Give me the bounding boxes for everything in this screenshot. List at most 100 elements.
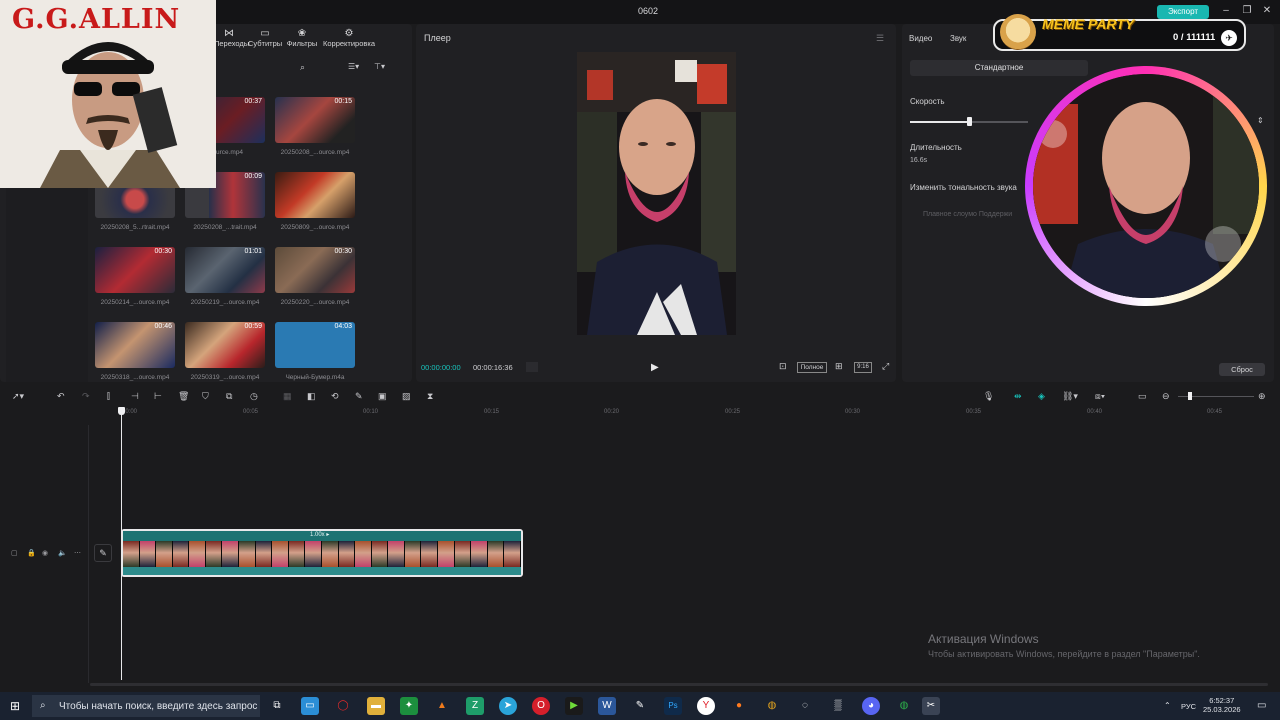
media-clip[interactable]: 00:15 20250208_...ource.mp4 xyxy=(275,97,355,156)
play-button[interactable]: ▶ xyxy=(651,362,659,373)
tray-language[interactable]: РУС xyxy=(1181,702,1196,711)
playhead-handle[interactable] xyxy=(118,407,125,415)
photoshop-icon[interactable]: Ps xyxy=(664,697,682,715)
vlc-icon[interactable]: ▲ xyxy=(433,697,451,715)
media-clip[interactable]: 20250809_...ource.mp4 xyxy=(275,172,355,231)
caption-icon[interactable]: ▣ xyxy=(378,391,387,402)
subtitle-track-icon[interactable]: ▭ xyxy=(1138,391,1147,402)
capcut-icon[interactable]: ✂ xyxy=(922,697,940,715)
export-button[interactable]: Экспорт xyxy=(1157,5,1209,19)
more-icon[interactable]: ⋯ xyxy=(74,549,81,557)
split-left-icon[interactable]: ⊣ xyxy=(131,391,139,402)
split-right-icon[interactable]: ⊢ xyxy=(154,391,162,402)
word-icon[interactable]: W xyxy=(598,697,616,715)
clip-frame xyxy=(205,541,223,567)
sort-icon[interactable]: ☰▾ xyxy=(348,62,359,71)
tab-audio[interactable]: Звук xyxy=(950,34,966,43)
reset-button[interactable]: Сброс xyxy=(1219,363,1265,376)
select-tool-icon[interactable]: ➚▾ xyxy=(12,391,24,402)
app-icon[interactable]: ▶ xyxy=(565,697,583,715)
menu-icon[interactable]: ☰ xyxy=(876,33,884,44)
crop-icon[interactable]: ⊡ xyxy=(779,361,787,372)
notifications-icon[interactable]: ▭ xyxy=(1257,700,1266,711)
app-icon[interactable]: Z xyxy=(466,697,484,715)
time-tick: 00:10 xyxy=(363,409,379,415)
yandex-icon[interactable]: Y xyxy=(697,697,715,715)
search-icon[interactable]: ⌕ xyxy=(300,62,305,73)
chrome-icon[interactable]: ◍ xyxy=(763,697,781,715)
eye-icon[interactable]: ◉ xyxy=(42,549,48,557)
image-icon[interactable]: ▨ xyxy=(402,391,411,402)
tray-clock[interactable]: 6:52:37 25.03.2026 xyxy=(1203,696,1241,714)
split-icon[interactable]: ⫿ xyxy=(107,391,110,402)
delete-icon[interactable]: 🗑 xyxy=(178,391,189,402)
app-icon[interactable]: ✎ xyxy=(631,697,649,715)
video-preview[interactable] xyxy=(577,52,736,335)
lock-icon[interactable]: 🔒 xyxy=(27,549,36,557)
fullscreen-icon[interactable]: ⤢ xyxy=(882,361,889,372)
reverse-icon[interactable]: ◧ xyxy=(307,391,316,402)
track-cover-icon[interactable]: ▢ xyxy=(11,549,18,557)
media-clip[interactable]: 00:59 20250319_...ource.mp4 xyxy=(185,322,265,381)
snap-icon[interactable]: ◈ xyxy=(1038,391,1045,402)
app-icon[interactable]: ✦ xyxy=(400,697,418,715)
media-clip[interactable]: 00:30 20250214_...ource.mp4 xyxy=(95,247,175,306)
mic-icon[interactable]: 🎙 xyxy=(983,391,994,402)
audio-icon[interactable]: 🔈 xyxy=(58,549,67,557)
app-icon[interactable]: ◌ xyxy=(796,697,814,715)
aspect-ratio-button[interactable]: 9:16 xyxy=(854,362,872,373)
freeze-icon[interactable]: ▦ xyxy=(283,391,292,402)
link-icon[interactable]: ⇹ xyxy=(1014,391,1022,402)
zoom-in-icon[interactable]: ⊕ xyxy=(1258,391,1266,402)
zoom-slider-handle[interactable] xyxy=(1188,392,1192,400)
crop-tool-icon[interactable]: ⧉ xyxy=(226,391,232,402)
edit-icon[interactable]: ✎ xyxy=(94,544,112,562)
clip-name: 20250220_...ource.mp4 xyxy=(280,299,350,306)
opera-icon[interactable]: ◯ xyxy=(334,697,352,715)
media-clip[interactable]: 00:46 20250318_...ource.mp4 xyxy=(95,322,175,381)
mirror-icon[interactable]: ⟲ xyxy=(331,391,339,402)
filter-icon[interactable]: ⊤▾ xyxy=(374,62,385,71)
tab-filters[interactable]: ❀ Фильтры xyxy=(285,28,319,50)
magic-icon[interactable]: ✎ xyxy=(355,391,363,402)
speed-mode-standard[interactable]: Стандартное xyxy=(910,60,1088,76)
timeline-scrollbar[interactable] xyxy=(90,683,1268,686)
windows-start-icon[interactable]: ⊞ xyxy=(10,699,20,713)
redo-icon[interactable]: ↷ xyxy=(82,391,90,402)
telegram-icon[interactable]: ➤ xyxy=(499,697,517,715)
undo-icon[interactable]: ↶ xyxy=(57,391,65,402)
app-icon[interactable]: ▭ xyxy=(301,697,319,715)
close-icon[interactable]: ✕ xyxy=(1260,4,1274,18)
speed-slider-handle[interactable] xyxy=(967,117,972,126)
marker-icon[interactable]: ⛉ xyxy=(202,391,209,402)
tab-transitions[interactable]: ⋈ Переходы xyxy=(214,28,249,50)
chain-icon[interactable]: ⛓▾ xyxy=(1062,391,1078,402)
time-tick: 00:45 xyxy=(1207,409,1223,415)
tab-subtitles[interactable]: ▭ Субтитры xyxy=(248,28,282,50)
zoom-out-icon[interactable]: ⊖ xyxy=(1162,391,1170,402)
chrome-icon[interactable]: ◍ xyxy=(895,697,913,715)
speed-slider-fill xyxy=(910,121,969,123)
playhead[interactable] xyxy=(121,410,122,680)
media-clip[interactable]: 01:01 20250219_...ource.mp4 xyxy=(185,247,265,306)
media-clip-audio[interactable]: 04:03 Черный-Бумер.m4a xyxy=(275,322,355,381)
opera-gx-icon[interactable]: O xyxy=(532,697,550,715)
speed-tool-icon[interactable]: ◷ xyxy=(250,391,258,402)
app-icon[interactable]: ▒ xyxy=(829,697,847,715)
discord-icon[interactable]: ◕ xyxy=(862,697,880,715)
clip-duration: 00:30 xyxy=(334,248,352,255)
folder-icon[interactable]: ▬ xyxy=(367,697,385,715)
fit-icon[interactable]: ⊞ xyxy=(835,361,843,372)
tab-video[interactable]: Видео xyxy=(909,34,932,43)
tray-chevron-icon[interactable]: ⌃ xyxy=(1164,701,1171,710)
preview-axis-icon[interactable]: ⧈▾ xyxy=(1095,391,1105,402)
minimize-icon[interactable]: – xyxy=(1219,4,1233,18)
maximize-icon[interactable]: ❐ xyxy=(1240,4,1254,18)
task-view-icon[interactable]: ⧉ xyxy=(268,697,286,715)
media-clip[interactable]: 00:30 20250220_...ource.mp4 xyxy=(275,247,355,306)
auto-cut-icon[interactable]: ⧗ xyxy=(427,391,433,402)
tab-adjust[interactable]: ⚙ Корректировка xyxy=(321,28,377,50)
full-quality-button[interactable]: Полное xyxy=(797,362,827,373)
stepper-icon[interactable]: ⇕ xyxy=(1257,116,1264,125)
firefox-icon[interactable]: ● xyxy=(730,697,748,715)
